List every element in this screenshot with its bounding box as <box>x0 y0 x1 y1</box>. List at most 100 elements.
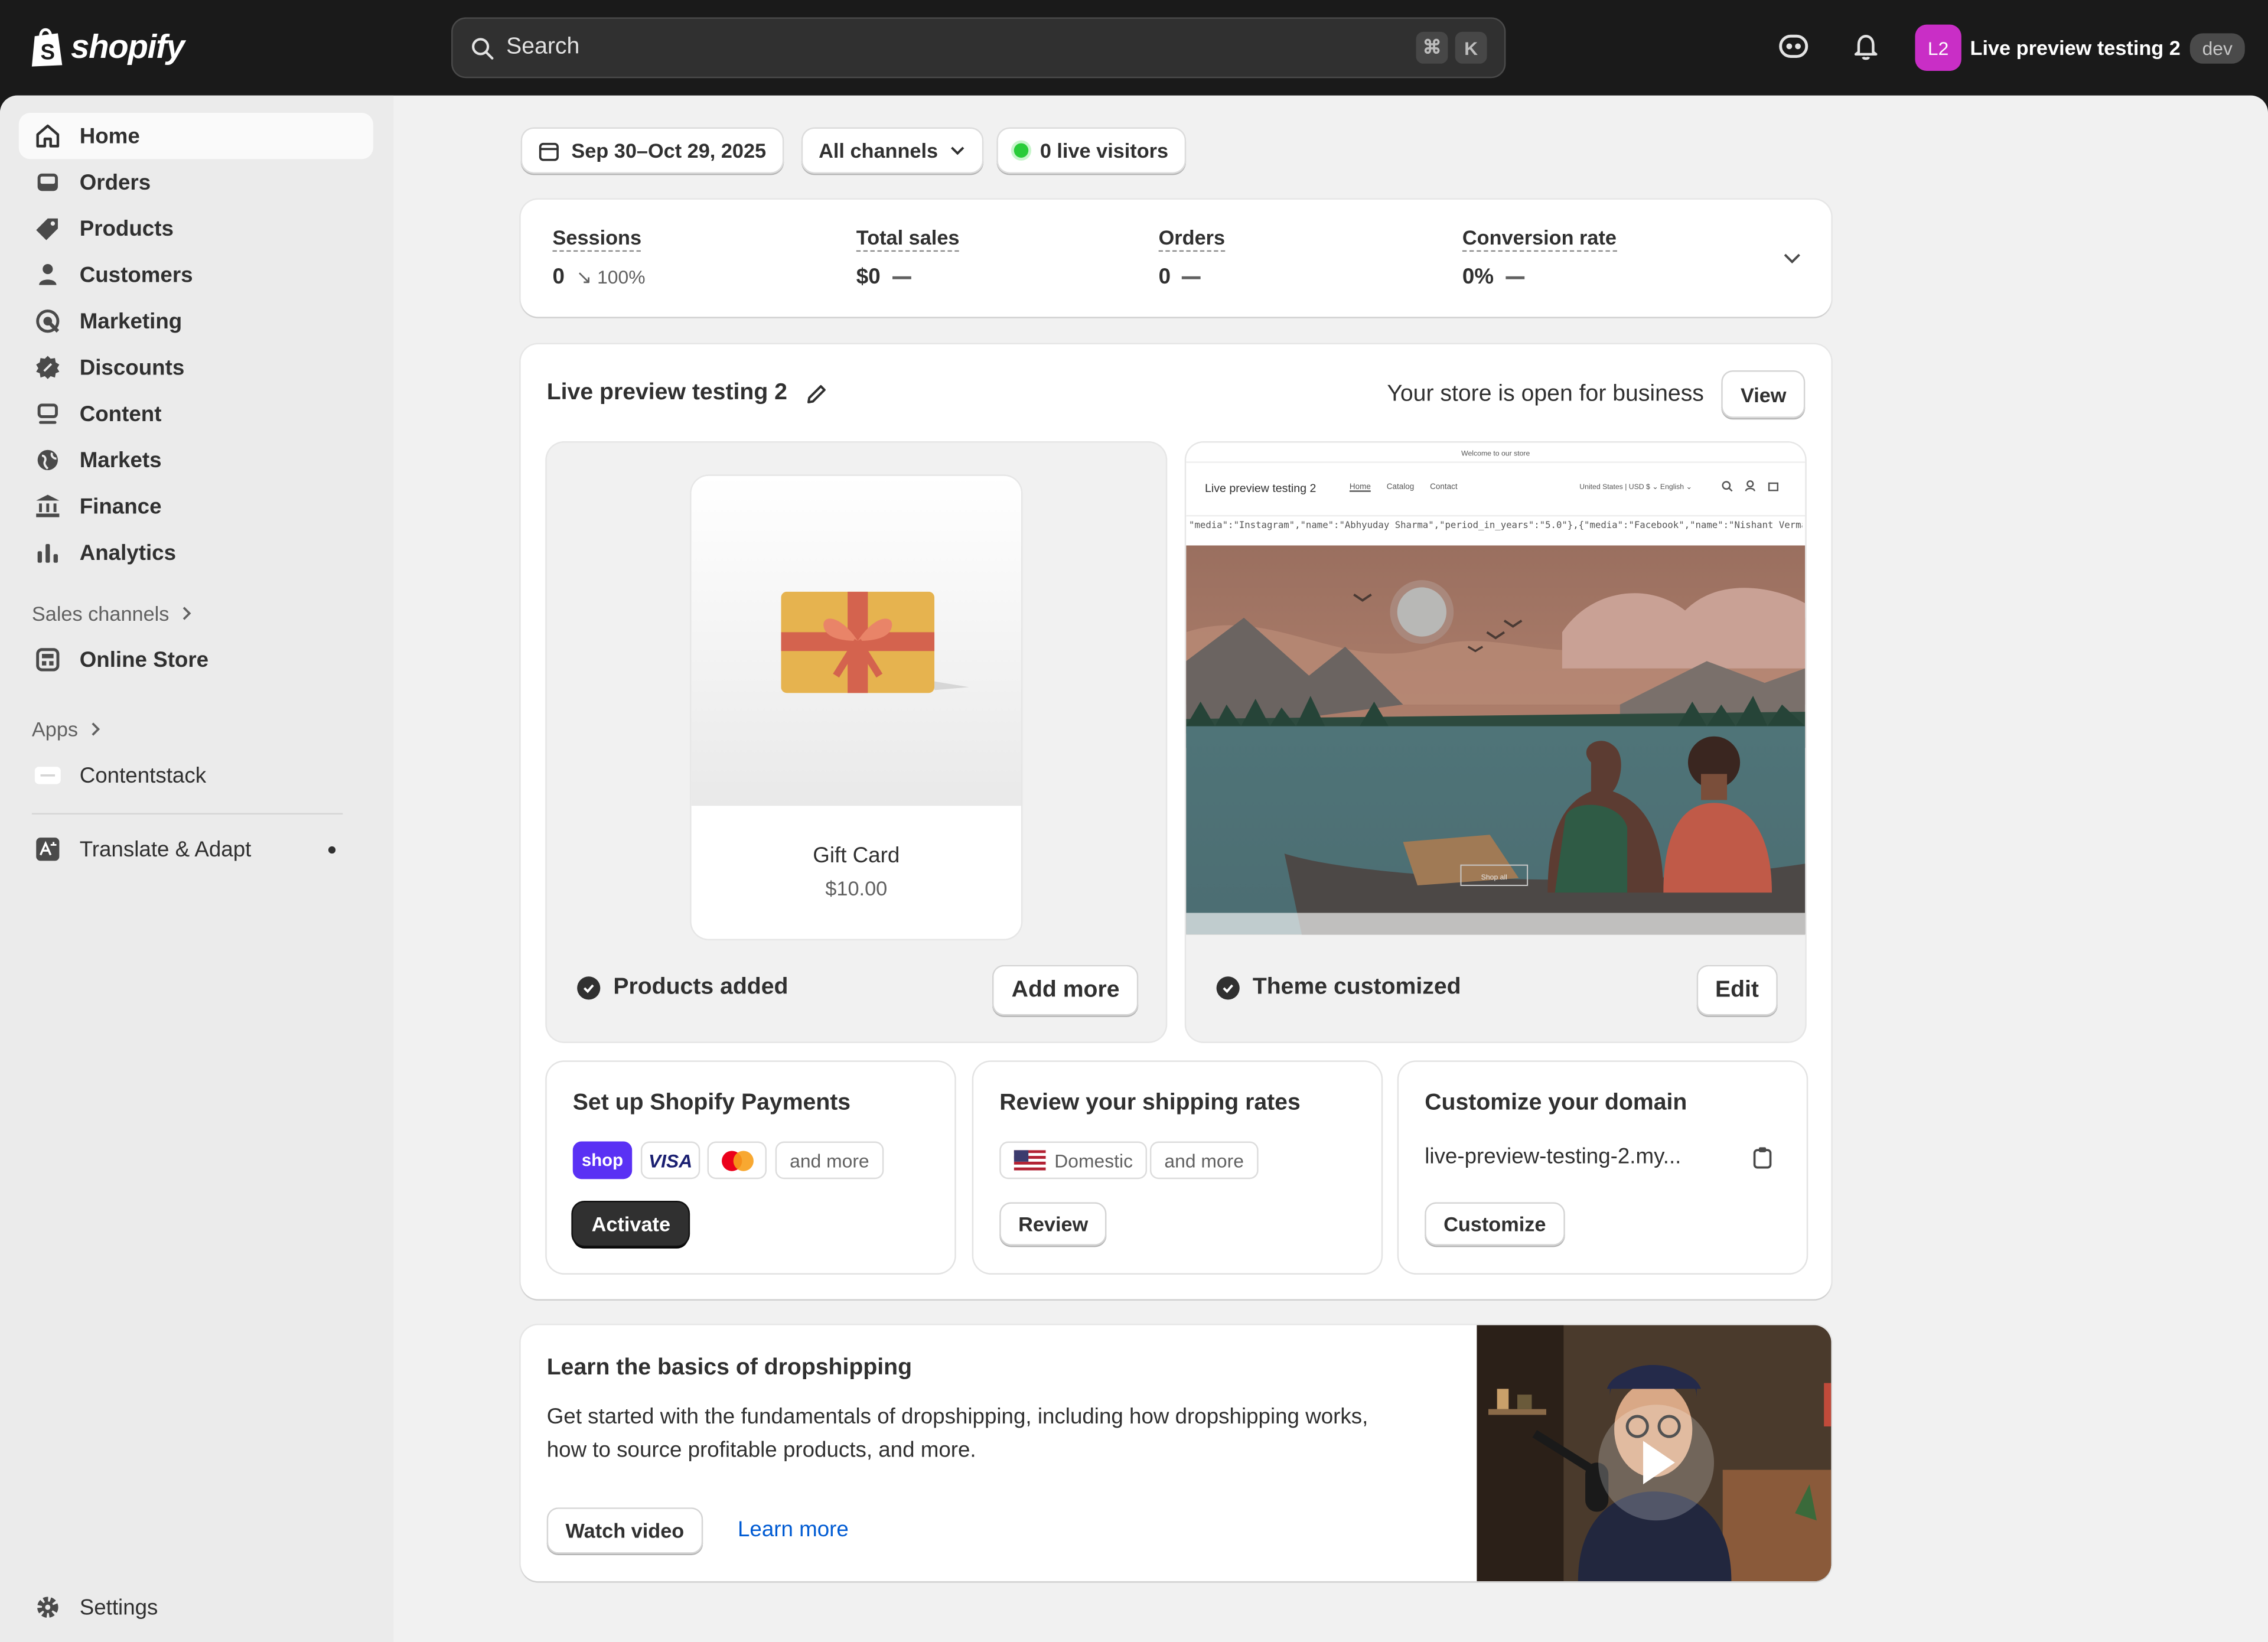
discount-icon <box>36 356 60 379</box>
and-more-chip: and more <box>1149 1141 1259 1180</box>
content-icon <box>37 403 58 424</box>
preview-header-icons <box>1721 480 1779 492</box>
preview-locale: United States | USD $ ⌄ English ⌄ <box>1579 483 1692 492</box>
date-range-label: Sep 30–Oct 29, 2025 <box>571 139 767 162</box>
product-name: Gift Card <box>813 843 900 868</box>
theme-customized-status: Theme customized <box>1216 975 1461 1001</box>
channels-label: All channels <box>819 139 939 162</box>
task-title: Set up Shopify Payments <box>572 1090 851 1116</box>
globe-icon <box>37 449 58 471</box>
sidebar-item-discounts[interactable]: Discounts <box>19 344 373 390</box>
sidebar-item-label: Orders <box>79 170 151 195</box>
activate-button[interactable]: Activate <box>572 1202 689 1246</box>
apps-heading[interactable]: Apps <box>32 718 101 741</box>
dropshipping-card: Learn the basics of dropshipping Get sta… <box>520 1325 1832 1582</box>
metric-total-sales[interactable]: Total sales $0 <box>856 226 960 289</box>
sidebar-item-customers[interactable]: Customers <box>19 252 373 298</box>
product-price: $10.00 <box>825 877 888 900</box>
sidebar-item-orders[interactable]: Orders <box>19 159 373 205</box>
sidebar-item-finance[interactable]: Finance <box>19 483 373 529</box>
shopify-logo[interactable]: S shopify <box>29 25 185 68</box>
metric-label: Total sales <box>856 226 960 252</box>
preview-json-line: "media":"Instagram","name":"Abhyuday Sha… <box>1189 519 1803 531</box>
sales-channels-heading[interactable]: Sales channels <box>32 602 193 625</box>
pencil-icon[interactable] <box>804 381 829 406</box>
live-status-dot <box>1014 143 1029 158</box>
learn-title: Learn the basics of dropshipping <box>546 1356 913 1380</box>
theme-preview[interactable]: Welcome to our store Live preview testin… <box>1186 442 1806 935</box>
domestic-chip: Domestic <box>999 1141 1148 1180</box>
sidebar-item-analytics[interactable]: Analytics <box>19 529 373 575</box>
chevron-down-icon <box>951 146 965 155</box>
customize-domain-button[interactable]: Customize <box>1425 1202 1565 1246</box>
account-menu[interactable]: L2 Live preview testing 2 dev <box>1915 24 2246 71</box>
person-icon <box>39 264 57 285</box>
sidebar-item-label: Contentstack <box>79 763 207 788</box>
sidebar-item-translate-adapt[interactable]: Translate & Adapt <box>19 826 373 872</box>
home-icon <box>36 124 60 148</box>
add-more-button[interactable]: Add more <box>992 965 1139 1016</box>
edit-theme-button[interactable]: Edit <box>1696 965 1778 1016</box>
sidebar-item-contentstack[interactable]: Contentstack <box>19 752 373 799</box>
channels-dropdown[interactable]: All channels <box>801 127 985 174</box>
sidebar-item-content[interactable]: Content <box>19 390 373 436</box>
dev-badge: dev <box>2189 32 2246 63</box>
setup-card: Live preview testing 2 Your store is ope… <box>520 344 1832 1299</box>
gift-card-image <box>781 591 969 693</box>
sidebar-item-markets[interactable]: Markets <box>19 437 373 483</box>
preview-nav-contact: Contact <box>1430 483 1458 492</box>
chevron-right-icon <box>92 722 100 736</box>
sidekick-icon[interactable] <box>1776 29 1811 64</box>
sidebar-item-label: Marketing <box>79 308 183 334</box>
clipboard-icon[interactable] <box>1752 1146 1774 1169</box>
gear-icon <box>37 1597 58 1618</box>
date-range-picker[interactable]: Sep 30–Oct 29, 2025 <box>520 127 784 174</box>
sidebar-item-products[interactable]: Products <box>19 206 373 252</box>
watch-video-button[interactable]: Watch video <box>546 1507 703 1554</box>
learn-more-link[interactable]: Learn more <box>738 1517 849 1542</box>
metric-orders[interactable]: Orders 0 <box>1158 226 1226 289</box>
video-thumbnail[interactable] <box>1477 1325 1832 1582</box>
sidebar-item-label: Settings <box>79 1595 158 1620</box>
checkmark-icon <box>1216 976 1240 1000</box>
preview-nav-home: Home <box>1349 483 1371 492</box>
sidebar-item-online-store[interactable]: Online Store <box>19 637 373 683</box>
theme-hero-illustration: Shop all <box>1186 545 1806 935</box>
store-name: Live preview testing 2 <box>1970 36 2181 60</box>
us-flag-icon <box>1014 1150 1046 1171</box>
product-card[interactable]: Gift Card $10.00 <box>691 475 1021 939</box>
contentstack-icon <box>34 767 61 784</box>
metrics-card: Sessions 0 ↘ 100% Total sales $0 Orders … <box>520 200 1832 317</box>
metric-sessions[interactable]: Sessions 0 ↘ 100% <box>552 226 646 289</box>
chevron-down-icon[interactable] <box>1782 252 1802 265</box>
sidebar: Home Orders Products Customers Marketing… <box>0 95 394 1642</box>
metric-label: Orders <box>1158 226 1226 252</box>
domain-text: live-preview-testing-2.my... <box>1425 1144 1682 1169</box>
top-bar: S shopify Search ⌘ K L2 Live preview tes… <box>0 0 2268 96</box>
apps-label: Apps <box>31 717 79 741</box>
shop-pay-chip: shop <box>572 1141 633 1180</box>
metric-value: 0% <box>1462 265 1494 289</box>
shipping-rates-task: Review your shipping rates Domestic and … <box>973 1061 1381 1273</box>
search-bar[interactable]: Search ⌘ K <box>451 17 1506 79</box>
sales-channels-label: Sales channels <box>31 601 170 625</box>
bell-icon[interactable] <box>1849 29 1884 64</box>
task-title: Review your shipping rates <box>999 1090 1301 1116</box>
sidebar-item-label: Discounts <box>79 355 185 380</box>
product-image <box>691 475 1021 806</box>
live-visitors-button[interactable]: 0 live visitors <box>996 127 1186 174</box>
sidebar-item-settings[interactable]: Settings <box>19 1584 373 1630</box>
preview-announcement: Welcome to our store <box>1461 449 1530 459</box>
sidebar-item-label: Online Store <box>79 647 209 672</box>
mastercard-chip <box>707 1141 767 1180</box>
review-button[interactable]: Review <box>999 1202 1107 1246</box>
sidebar-item-label: Home <box>79 123 140 149</box>
view-store-button[interactable]: View <box>1722 370 1806 418</box>
unread-dot <box>328 845 336 853</box>
sidebar-item-home[interactable]: Home <box>18 113 373 159</box>
translate-icon <box>36 838 60 861</box>
metric-change: ↘ 100% <box>576 265 646 288</box>
inbox-icon <box>37 173 58 191</box>
sidebar-item-marketing[interactable]: Marketing <box>19 298 373 344</box>
metric-conversion-rate[interactable]: Conversion rate 0% <box>1462 226 1617 289</box>
